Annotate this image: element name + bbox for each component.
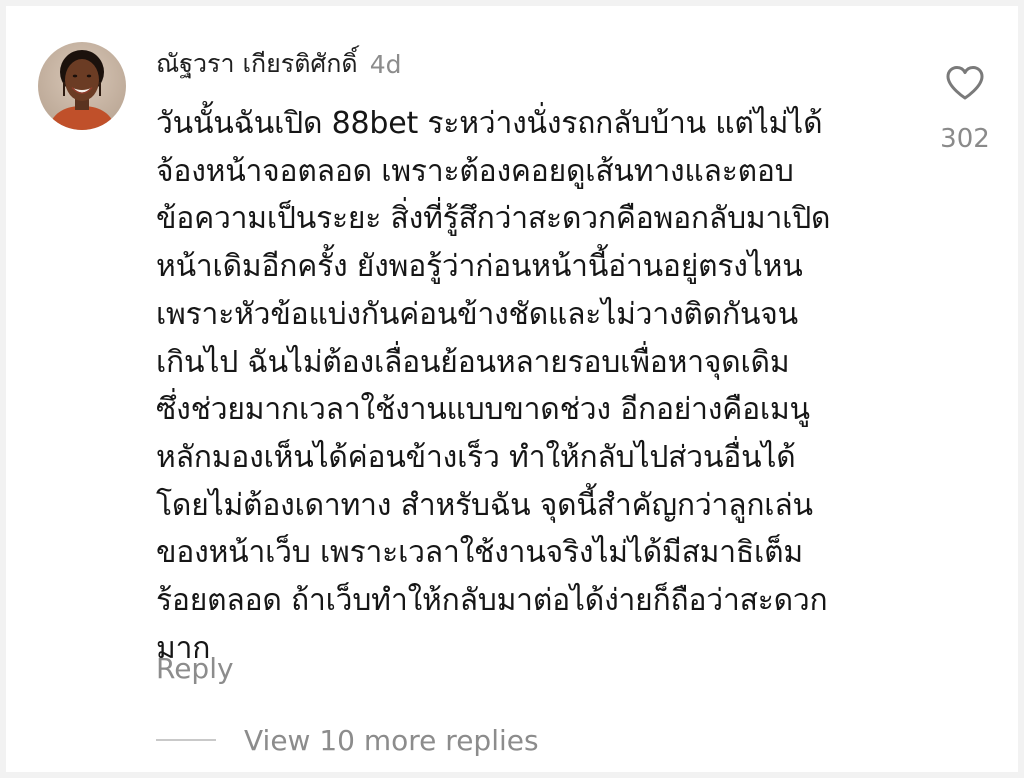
comment-body-line: ข้อความเป็นระยะ สิ่งที่รู้สึกว่าสะดวกคือ…	[156, 201, 831, 237]
comment-card: ณัฐวรา เกียรติศักดิ์ 4d วันนั้นฉันเปิด 8…	[6, 6, 1018, 772]
like-count: 302	[940, 124, 990, 154]
heart-outline-icon	[946, 66, 984, 100]
view-more-replies-button[interactable]: View 10 more replies	[156, 720, 539, 760]
comment-body-line: ซึ่งช่วยมากเวลาใช้งานแบบขาดช่วง อีกอย่าง…	[156, 392, 810, 428]
comment-body-line: เพราะหัวข้อแบ่งกันค่อนข้างชัดและไม่วางติ…	[156, 296, 798, 332]
comment-body-line: มาก	[156, 630, 211, 666]
avatar[interactable]	[38, 42, 126, 130]
comment-body-line: โดยไม่ต้องเดาทาง สำหรับฉัน จุดนี้สำคัญกว…	[156, 487, 813, 523]
user-avatar-photo-icon	[38, 42, 126, 130]
comment-timestamp: 4d	[369, 49, 402, 79]
comment-body: วันนั้นฉันเปิด 88bet ระหว่างนั่งรถกลับบ้…	[156, 100, 896, 672]
like-button[interactable]	[940, 60, 990, 106]
comment-body-line: หน้าเดิมอีกครั้ง ยังพอรู้ว่าก่อนหน้านี้อ…	[156, 249, 803, 285]
comment-body-line: ของหน้าเว็บ เพราะเวลาใช้งานจริงไม่ได้มีส…	[156, 535, 803, 571]
view-more-replies-label: View 10 more replies	[244, 723, 539, 757]
comment-body-line: วันนั้นฉันเปิด 88bet ระหว่างนั่งรถกลับบ้…	[156, 106, 823, 141]
replies-divider	[156, 739, 216, 741]
comment-body-line: จ้องหน้าจอตลอด เพราะต้องคอยดูเส้นทางและต…	[156, 153, 794, 189]
comment-author[interactable]: ณัฐวรา เกียรติศักดิ์	[156, 44, 358, 84]
comment-header: ณัฐวรา เกียรติศักดิ์ 4d	[156, 44, 401, 84]
reply-button[interactable]: Reply	[156, 652, 234, 685]
comment-body-line: เกินไป ฉันไม่ต้องเลื่อนย้อนหลายรอบเพื่อห…	[156, 344, 790, 380]
comment-body-line: ร้อยตลอด ถ้าเว็บทำให้กลับมาต่อได้ง่ายก็ถ…	[156, 583, 828, 619]
comment-body-line: หลักมองเห็นได้ค่อนข้างเร็ว ทำให้กลับไปส่…	[156, 439, 796, 475]
